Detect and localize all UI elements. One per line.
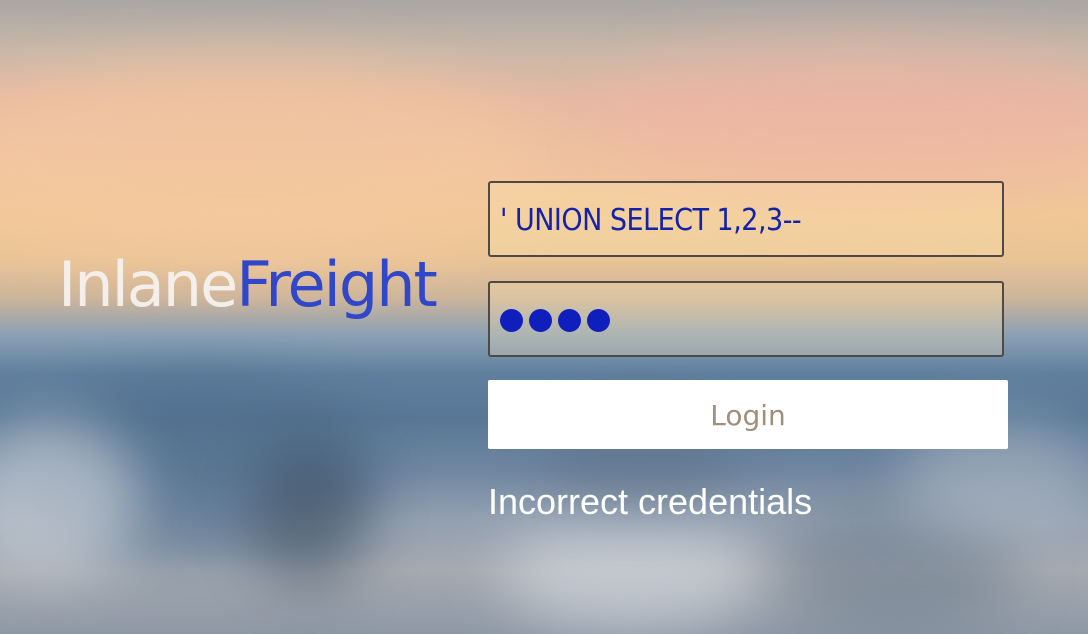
password-dot <box>500 309 523 332</box>
brand-logo: InlaneFreight <box>58 245 438 325</box>
password-dot <box>558 309 581 332</box>
username-input[interactable]: ' UNION SELECT 1,2,3-- <box>488 181 1004 257</box>
username-value: ' UNION SELECT 1,2,3-- <box>500 203 802 238</box>
password-dot <box>587 309 610 332</box>
error-message: Incorrect credentials <box>488 481 813 522</box>
login-button[interactable]: Login <box>488 380 1008 449</box>
brand-part-freight: Freight <box>236 248 438 321</box>
brand-part-inlane: Inlane <box>58 248 238 321</box>
password-dot <box>529 309 552 332</box>
password-mask <box>500 309 610 332</box>
password-input[interactable] <box>488 281 1004 357</box>
